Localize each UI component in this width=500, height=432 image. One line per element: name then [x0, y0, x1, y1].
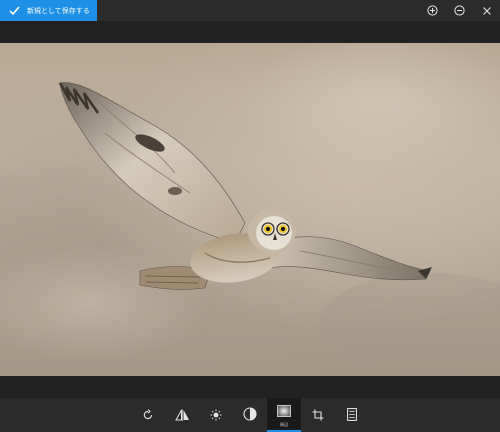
- contrast-tool[interactable]: [233, 398, 267, 432]
- save-as-new-label: 新規として保存する: [27, 6, 90, 15]
- rotate-icon: [142, 406, 154, 425]
- checkmark-icon: [8, 4, 21, 17]
- crop-tool[interactable]: [301, 398, 335, 432]
- photo-owl-in-flight: [0, 43, 500, 376]
- rotate-tool[interactable]: [131, 398, 165, 432]
- photo-editor-window: 新規として保存する 周辺: [0, 0, 500, 432]
- vignette-label: 周辺: [280, 421, 288, 427]
- vignette-tool[interactable]: 周辺: [267, 398, 301, 432]
- brightness-tool[interactable]: [199, 398, 233, 432]
- image-canvas[interactable]: [0, 21, 500, 398]
- top-bar: 新規として保存する: [0, 0, 500, 21]
- crop-icon: [312, 406, 324, 425]
- save-as-new-button[interactable]: 新規として保存する: [0, 0, 97, 21]
- zoom-in-button[interactable]: [419, 0, 446, 21]
- vignette-icon: [277, 402, 291, 421]
- edit-toolbar: 周辺: [0, 398, 500, 432]
- contrast-icon: [243, 406, 257, 425]
- aspect-ratio-tool[interactable]: [335, 398, 369, 432]
- flip-tool[interactable]: [165, 398, 199, 432]
- zoom-in-icon: [427, 1, 438, 20]
- brightness-icon: [210, 406, 222, 425]
- zoom-out-icon: [454, 1, 465, 20]
- flip-icon: [174, 406, 190, 425]
- close-button[interactable]: [473, 0, 500, 21]
- zoom-out-button[interactable]: [446, 0, 473, 21]
- close-icon: [482, 1, 492, 20]
- tool-list: 周辺: [131, 398, 369, 432]
- window-controls: [419, 0, 500, 21]
- aspect-icon: [347, 406, 357, 425]
